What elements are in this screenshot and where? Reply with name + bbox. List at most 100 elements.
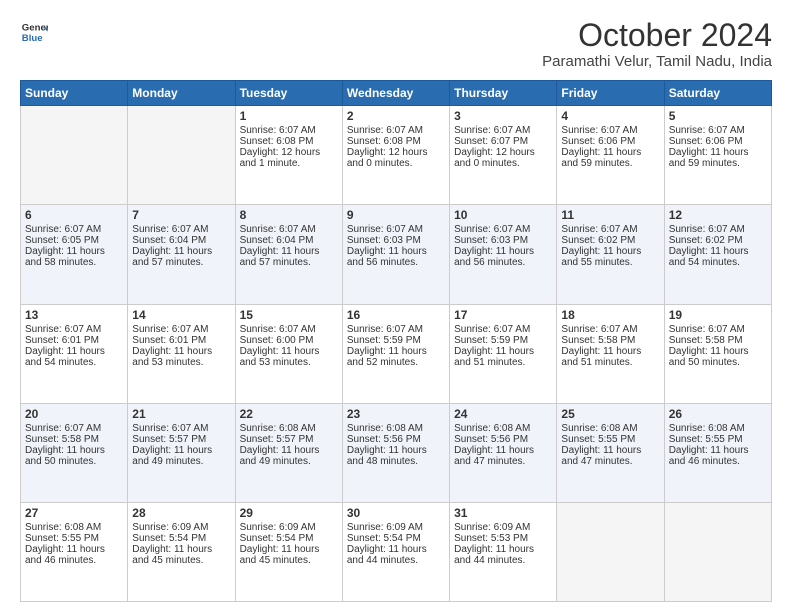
day-number: 6 (25, 208, 123, 222)
day-number: 18 (561, 308, 659, 322)
table-row: 18Sunrise: 6:07 AMSunset: 5:58 PMDayligh… (557, 304, 664, 403)
cell-info: Sunset: 5:53 PM (454, 533, 552, 544)
cell-info: Daylight: 11 hours (454, 346, 552, 357)
cell-info: Sunrise: 6:07 AM (561, 125, 659, 136)
day-number: 15 (240, 308, 338, 322)
cell-info: and 50 minutes. (25, 456, 123, 467)
table-row: 26Sunrise: 6:08 AMSunset: 5:55 PMDayligh… (664, 403, 771, 502)
cell-info: Sunset: 6:00 PM (240, 335, 338, 346)
cell-info: Sunrise: 6:07 AM (669, 224, 767, 235)
cell-info: Sunset: 6:05 PM (25, 235, 123, 246)
cell-info: Daylight: 11 hours (132, 346, 230, 357)
cell-info: Daylight: 11 hours (240, 346, 338, 357)
cell-info: Sunrise: 6:07 AM (347, 224, 445, 235)
day-number: 19 (669, 308, 767, 322)
table-row: 7Sunrise: 6:07 AMSunset: 6:04 PMDaylight… (128, 205, 235, 304)
day-number: 3 (454, 109, 552, 123)
table-row (21, 106, 128, 205)
cell-info: Daylight: 11 hours (669, 445, 767, 456)
cell-info: Sunset: 6:08 PM (347, 136, 445, 147)
cell-info: and 57 minutes. (132, 257, 230, 268)
cell-info: Sunrise: 6:07 AM (454, 224, 552, 235)
cell-info: and 47 minutes. (561, 456, 659, 467)
day-number: 9 (347, 208, 445, 222)
cell-info: and 51 minutes. (561, 357, 659, 368)
cell-info: and 59 minutes. (561, 158, 659, 169)
cell-info: and 54 minutes. (25, 357, 123, 368)
table-row: 31Sunrise: 6:09 AMSunset: 5:53 PMDayligh… (450, 502, 557, 601)
cell-info: Sunset: 5:56 PM (347, 434, 445, 445)
table-row (128, 106, 235, 205)
day-number: 14 (132, 308, 230, 322)
cell-info: and 44 minutes. (454, 555, 552, 566)
cell-info: Sunrise: 6:07 AM (240, 224, 338, 235)
day-number: 29 (240, 506, 338, 520)
table-row: 21Sunrise: 6:07 AMSunset: 5:57 PMDayligh… (128, 403, 235, 502)
cell-info: Sunrise: 6:07 AM (347, 125, 445, 136)
cell-info: Sunset: 6:02 PM (561, 235, 659, 246)
cell-info: Daylight: 12 hours (454, 147, 552, 158)
table-row: 17Sunrise: 6:07 AMSunset: 5:59 PMDayligh… (450, 304, 557, 403)
day-number: 22 (240, 407, 338, 421)
table-row: 29Sunrise: 6:09 AMSunset: 5:54 PMDayligh… (235, 502, 342, 601)
logo: General Blue (20, 18, 48, 46)
cell-info: Daylight: 11 hours (561, 346, 659, 357)
table-row: 10Sunrise: 6:07 AMSunset: 6:03 PMDayligh… (450, 205, 557, 304)
cell-info: and 45 minutes. (240, 555, 338, 566)
cell-info: Sunrise: 6:09 AM (454, 522, 552, 533)
table-row: 28Sunrise: 6:09 AMSunset: 5:54 PMDayligh… (128, 502, 235, 601)
cell-info: Daylight: 11 hours (669, 147, 767, 158)
table-row: 19Sunrise: 6:07 AMSunset: 5:58 PMDayligh… (664, 304, 771, 403)
table-row: 1Sunrise: 6:07 AMSunset: 6:08 PMDaylight… (235, 106, 342, 205)
cell-info: Sunset: 5:55 PM (561, 434, 659, 445)
cell-info: and 46 minutes. (25, 555, 123, 566)
table-row: 4Sunrise: 6:07 AMSunset: 6:06 PMDaylight… (557, 106, 664, 205)
table-row: 14Sunrise: 6:07 AMSunset: 6:01 PMDayligh… (128, 304, 235, 403)
day-number: 13 (25, 308, 123, 322)
cell-info: Sunset: 6:06 PM (669, 136, 767, 147)
cell-info: Sunrise: 6:08 AM (669, 423, 767, 434)
day-number: 25 (561, 407, 659, 421)
header: General Blue October 2024 Paramathi Velu… (20, 18, 772, 70)
cell-info: Sunset: 5:55 PM (25, 533, 123, 544)
cell-info: Daylight: 11 hours (25, 246, 123, 257)
cell-info: Sunset: 5:57 PM (132, 434, 230, 445)
cell-info: Sunrise: 6:09 AM (132, 522, 230, 533)
cell-info: Sunset: 5:55 PM (669, 434, 767, 445)
cell-info: Sunset: 5:58 PM (669, 335, 767, 346)
cell-info: Daylight: 11 hours (454, 445, 552, 456)
cell-info: Daylight: 11 hours (132, 246, 230, 257)
cell-info: Daylight: 11 hours (25, 544, 123, 555)
table-row: 6Sunrise: 6:07 AMSunset: 6:05 PMDaylight… (21, 205, 128, 304)
cell-info: Sunrise: 6:07 AM (347, 324, 445, 335)
day-number: 11 (561, 208, 659, 222)
cell-info: Sunrise: 6:08 AM (25, 522, 123, 533)
cell-info: Daylight: 11 hours (454, 246, 552, 257)
table-row: 22Sunrise: 6:08 AMSunset: 5:57 PMDayligh… (235, 403, 342, 502)
cell-info: Daylight: 12 hours (347, 147, 445, 158)
cell-info: Sunrise: 6:07 AM (132, 423, 230, 434)
cell-info: Daylight: 12 hours (240, 147, 338, 158)
day-number: 31 (454, 506, 552, 520)
cell-info: Sunrise: 6:07 AM (240, 324, 338, 335)
cell-info: Sunrise: 6:07 AM (561, 224, 659, 235)
cell-info: and 53 minutes. (240, 357, 338, 368)
cell-info: Daylight: 11 hours (132, 544, 230, 555)
cell-info: Sunset: 6:02 PM (669, 235, 767, 246)
cell-info: and 46 minutes. (669, 456, 767, 467)
cell-info: and 56 minutes. (454, 257, 552, 268)
cell-info: Sunrise: 6:08 AM (454, 423, 552, 434)
table-row: 11Sunrise: 6:07 AMSunset: 6:02 PMDayligh… (557, 205, 664, 304)
cell-info: and 53 minutes. (132, 357, 230, 368)
cell-info: and 54 minutes. (669, 257, 767, 268)
page: General Blue October 2024 Paramathi Velu… (0, 0, 792, 612)
day-number: 27 (25, 506, 123, 520)
day-number: 1 (240, 109, 338, 123)
cell-info: Sunset: 5:57 PM (240, 434, 338, 445)
cell-info: Daylight: 11 hours (669, 346, 767, 357)
cell-info: Sunrise: 6:09 AM (240, 522, 338, 533)
col-thursday: Thursday (450, 81, 557, 106)
cell-info: Sunrise: 6:09 AM (347, 522, 445, 533)
cell-info: and 45 minutes. (132, 555, 230, 566)
cell-info: and 1 minute. (240, 158, 338, 169)
